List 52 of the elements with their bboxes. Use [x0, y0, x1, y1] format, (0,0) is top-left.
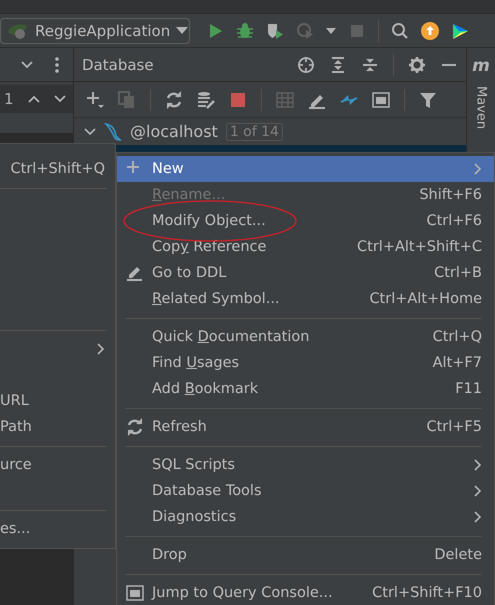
chevron-up-icon[interactable] — [28, 95, 40, 103]
more-icon[interactable] — [55, 56, 59, 72]
chevron-down-icon[interactable] — [84, 126, 96, 138]
menu-item[interactable]: es... — [0, 516, 115, 542]
triangle-logo-icon[interactable] — [451, 22, 469, 40]
database-wrench-icon[interactable] — [197, 90, 215, 108]
maven-logo-icon: m — [472, 56, 490, 76]
refresh-icon — [126, 418, 144, 436]
crosshair-icon[interactable] — [297, 56, 315, 74]
menu-item[interactable]: Copy Reference Ctrl+Alt+Shift+C — [117, 234, 482, 260]
menu-item[interactable]: Related Symbol... Ctrl+Alt+Home — [117, 286, 482, 312]
stop-icon[interactable] — [229, 90, 247, 108]
run-configuration-dropdown[interactable]: ReggieApplication — [0, 18, 190, 44]
refresh-icon[interactable] — [165, 90, 183, 108]
menu-item[interactable]: Ctrl+Shift+Q — [0, 156, 115, 182]
menu-item[interactable]: Modify Object... Ctrl+F6 — [117, 208, 482, 234]
menu-item[interactable]: SQL Scripts — [117, 452, 482, 478]
menu-item[interactable]: URL — [0, 388, 115, 414]
menu-item[interactable]: Jump to Query Console... Ctrl+Shift+F10 — [117, 580, 482, 605]
pencil-icon — [126, 264, 144, 282]
dolphin-icon — [104, 122, 122, 142]
side-tab[interactable]: Maven — [474, 86, 488, 130]
caret-icon — [176, 26, 188, 34]
chevron-down-icon[interactable] — [21, 60, 33, 68]
menu-item[interactable]: Add Bookmark F11 — [117, 376, 482, 402]
upgrade-icon[interactable] — [421, 22, 439, 40]
shield-play-icon[interactable] — [266, 22, 284, 40]
menu-item[interactable]: urce — [0, 452, 115, 478]
console-icon[interactable] — [372, 90, 390, 108]
settings-icon[interactable] — [408, 56, 426, 74]
menu-item[interactable]: Drop Delete — [117, 542, 482, 568]
count-badge: 1 of 14 — [226, 122, 283, 140]
menu-item[interactable]: New — [117, 156, 494, 182]
search-icon[interactable] — [391, 22, 409, 40]
expand-all-icon[interactable] — [329, 56, 347, 74]
menu-item[interactable]: Quick Documentation Ctrl+Q — [117, 324, 482, 350]
match-count: 1 — [4, 90, 14, 108]
tree-item[interactable]: @localhost — [130, 122, 218, 141]
filter-icon[interactable] — [419, 90, 437, 108]
menu-item[interactable]: Find Usages Alt+F7 — [117, 350, 482, 376]
panel-title: Database — [82, 56, 155, 74]
menu-item[interactable]: Path — [0, 414, 115, 440]
menu-item[interactable]: Diagnostics — [117, 504, 482, 530]
plus-icon[interactable] — [86, 90, 104, 108]
chevron-down-icon[interactable] — [54, 95, 66, 103]
menu-item[interactable]: Refresh Ctrl+F5 — [117, 414, 482, 440]
bug-icon[interactable] — [236, 22, 254, 40]
caret-icon[interactable] — [326, 28, 336, 34]
menu-item[interactable]: Go to DDL Ctrl+B — [117, 260, 482, 286]
spring-boot-icon — [7, 22, 29, 40]
menu-item[interactable]: Database Tools — [117, 478, 482, 504]
console-icon — [126, 584, 144, 602]
